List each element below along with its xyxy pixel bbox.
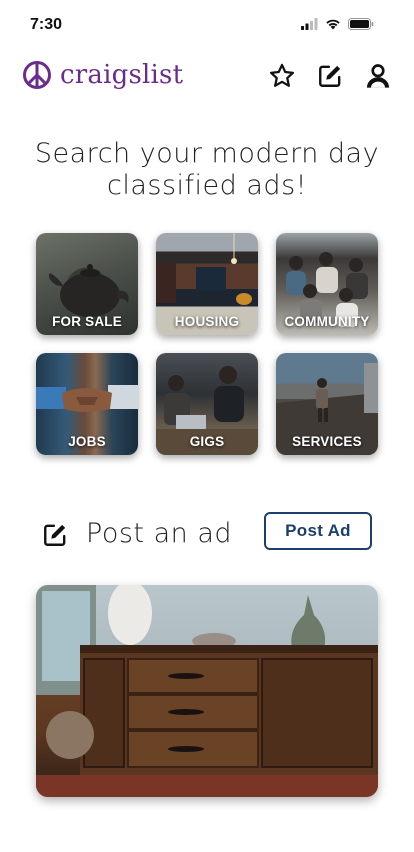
status-time: 7:30 — [30, 16, 63, 33]
brand-name: craigslist — [60, 60, 184, 90]
star-icon — [269, 63, 295, 87]
category-community[interactable]: COMMUNITY — [276, 233, 378, 335]
page-headline: Search your modern day classified ads! — [0, 138, 414, 202]
category-label: SERVICES — [292, 434, 362, 449]
cellular-signal-icon — [301, 18, 318, 30]
category-for-sale[interactable]: FOR SALE — [36, 233, 138, 335]
category-label: JOBS — [68, 434, 106, 449]
favorites-button[interactable] — [268, 62, 296, 90]
account-button[interactable] — [364, 62, 392, 90]
category-grid: FOR SALE HOUSING COMMUNITY JOBS GIGS SER… — [36, 233, 378, 455]
battery-icon — [348, 18, 374, 30]
furniture-photo — [36, 585, 378, 797]
post-ad-section: Post an ad Post Ad — [42, 512, 374, 554]
status-icons — [301, 18, 374, 30]
featured-ad-image[interactable] — [36, 585, 378, 797]
category-label: COMMUNITY — [284, 314, 370, 329]
header-actions — [268, 62, 392, 90]
edit-button[interactable] — [316, 62, 344, 90]
category-housing[interactable]: HOUSING — [156, 233, 258, 335]
category-services[interactable]: SERVICES — [276, 353, 378, 455]
edit-icon — [319, 65, 341, 87]
brand-logo[interactable]: craigslist — [22, 60, 183, 90]
wifi-icon — [326, 19, 340, 30]
edit-icon — [44, 524, 66, 546]
account-icon — [366, 64, 390, 88]
category-jobs[interactable]: JOBS — [36, 353, 138, 455]
category-label: FOR SALE — [52, 314, 122, 329]
headline-line-2: classified ads! — [107, 170, 307, 201]
status-bar: 7:30 — [0, 0, 414, 52]
category-label: GIGS — [189, 434, 225, 449]
peace-sign-icon — [23, 61, 51, 89]
post-ad-button[interactable]: Post Ad — [264, 512, 372, 550]
category-label: HOUSING — [174, 314, 240, 329]
post-ad-title: Post an ad — [86, 518, 232, 549]
app-header: craigslist — [0, 56, 414, 100]
category-gigs[interactable]: GIGS — [156, 353, 258, 455]
headline-line-1: Search your modern day — [34, 138, 380, 169]
